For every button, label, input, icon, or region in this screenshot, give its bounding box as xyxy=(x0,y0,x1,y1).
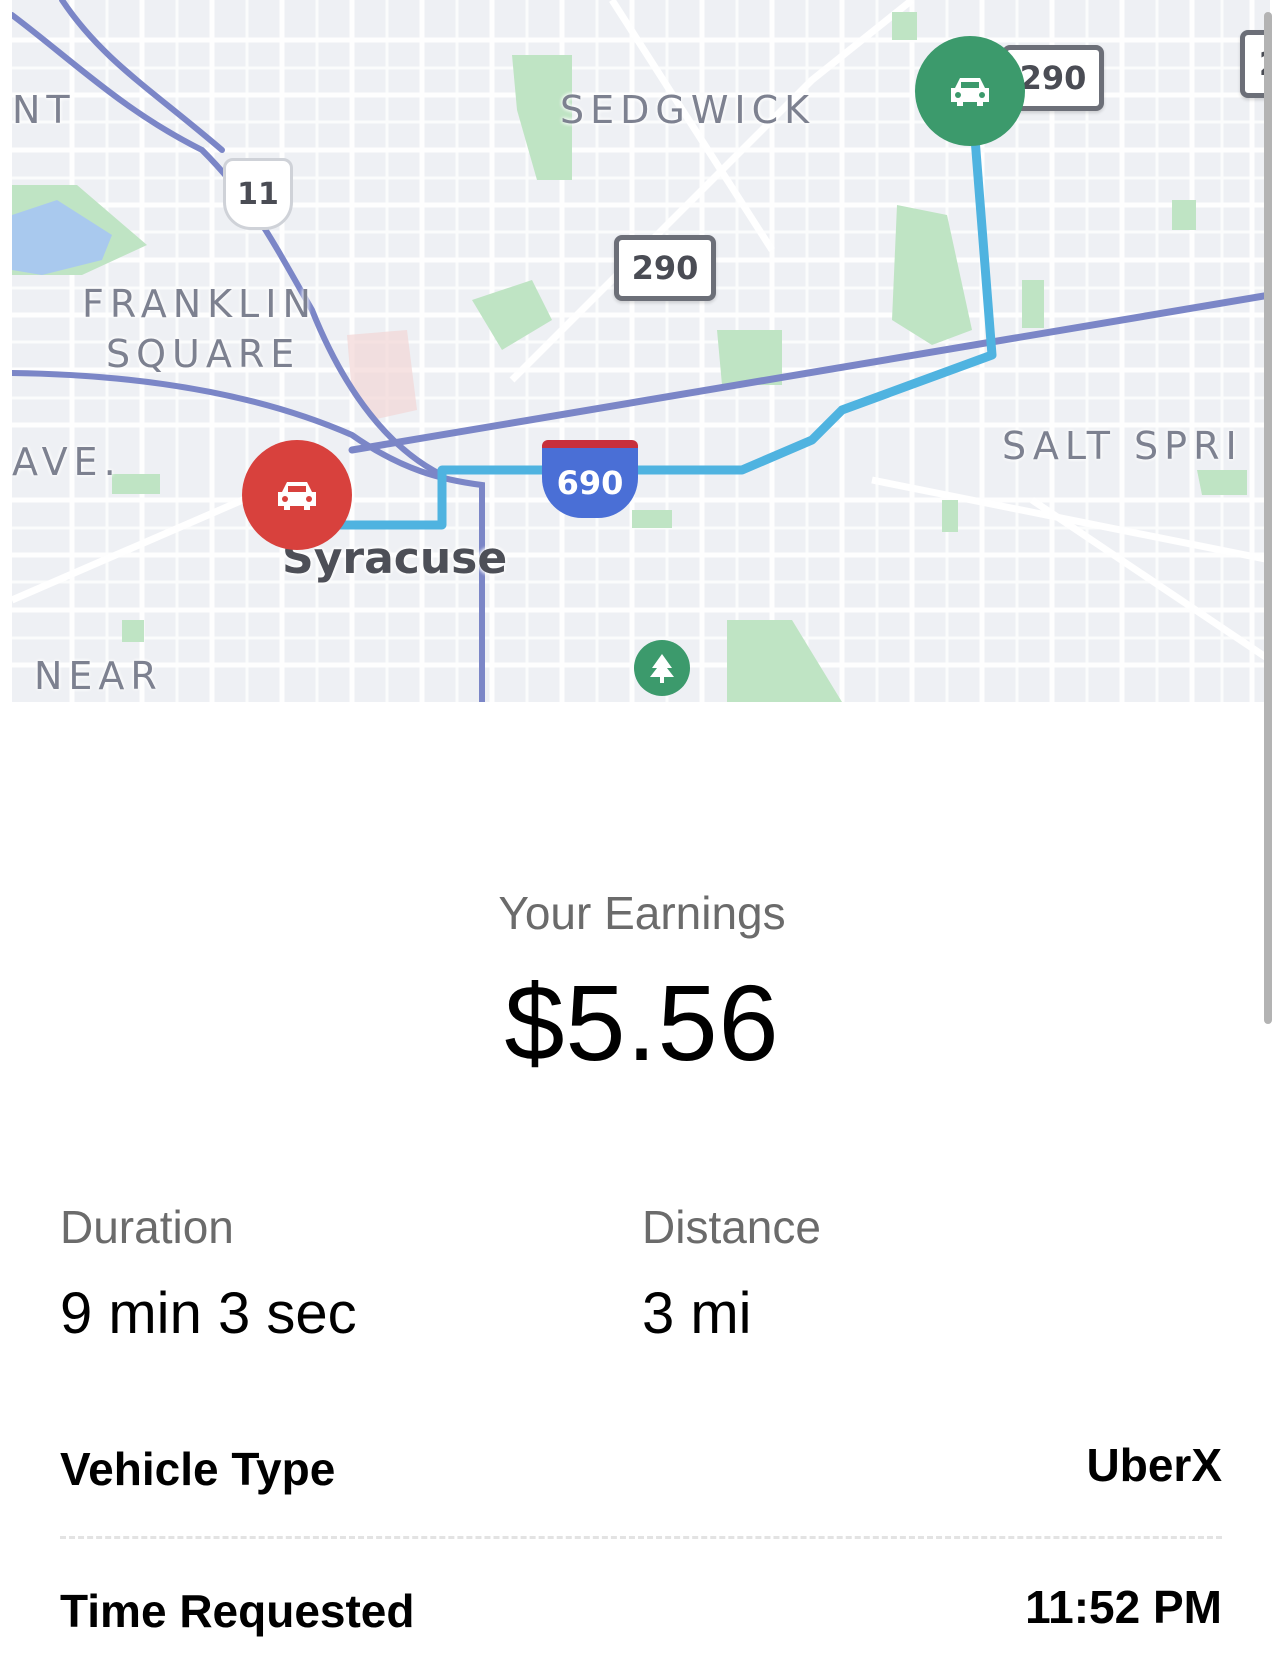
tree-icon xyxy=(650,654,674,683)
map-label-salt-springs: SALT SPRI xyxy=(1002,424,1243,468)
map-label-nt: NT xyxy=(12,88,76,132)
vehicle-type-label: Vehicle Type xyxy=(60,1443,336,1495)
distance-value: 3 mi xyxy=(642,1281,752,1346)
pickup-pin[interactable] xyxy=(242,440,352,550)
map-label-near: NEAR xyxy=(34,654,163,698)
trip-route-map[interactable]: NT SEDGWICK FRANKLIN SQUARE AVE. SALT SP… xyxy=(12,0,1270,702)
time-requested-value: 11:52 PM xyxy=(1025,1581,1222,1633)
interstate-number: 690 xyxy=(556,464,624,502)
time-requested-label: Time Requested xyxy=(60,1585,415,1637)
distance-label: Distance xyxy=(642,1201,821,1253)
us-route-number: 11 xyxy=(237,176,279,212)
trip-details-screen: NT SEDGWICK FRANKLIN SQUARE AVE. SALT SP… xyxy=(0,0,1284,1679)
map-label-sedgwick: SEDGWICK xyxy=(560,88,816,132)
row-divider xyxy=(60,1536,1222,1539)
earnings-amount: $5.56 xyxy=(504,962,780,1083)
state-route-number: 290 xyxy=(631,249,699,287)
car-icon xyxy=(278,482,316,510)
us-route-shield: 11 xyxy=(223,158,293,230)
map-label-square: SQUARE xyxy=(106,332,301,376)
vehicle-type-value: UberX xyxy=(1086,1439,1222,1491)
map-label-ave: AVE. xyxy=(12,440,122,484)
duration-value: 9 min 3 sec xyxy=(60,1281,357,1346)
map-label-franklin: FRANKLIN xyxy=(82,282,317,326)
dropoff-pin[interactable] xyxy=(915,36,1025,146)
state-route-shield: 290 xyxy=(614,235,716,301)
duration-label: Duration xyxy=(60,1201,234,1253)
scrollbar[interactable] xyxy=(1264,12,1272,1024)
car-icon xyxy=(951,78,989,106)
state-route-number: 290 xyxy=(1019,59,1087,97)
park-pin[interactable] xyxy=(634,640,690,696)
vehicle-type-row: Vehicle Type UberX xyxy=(60,1439,1222,1502)
interstate-shield: 690 xyxy=(542,440,638,518)
time-requested-row: Time Requested 11:52 PM xyxy=(60,1581,1222,1644)
earnings-label: Your Earnings xyxy=(498,887,786,939)
